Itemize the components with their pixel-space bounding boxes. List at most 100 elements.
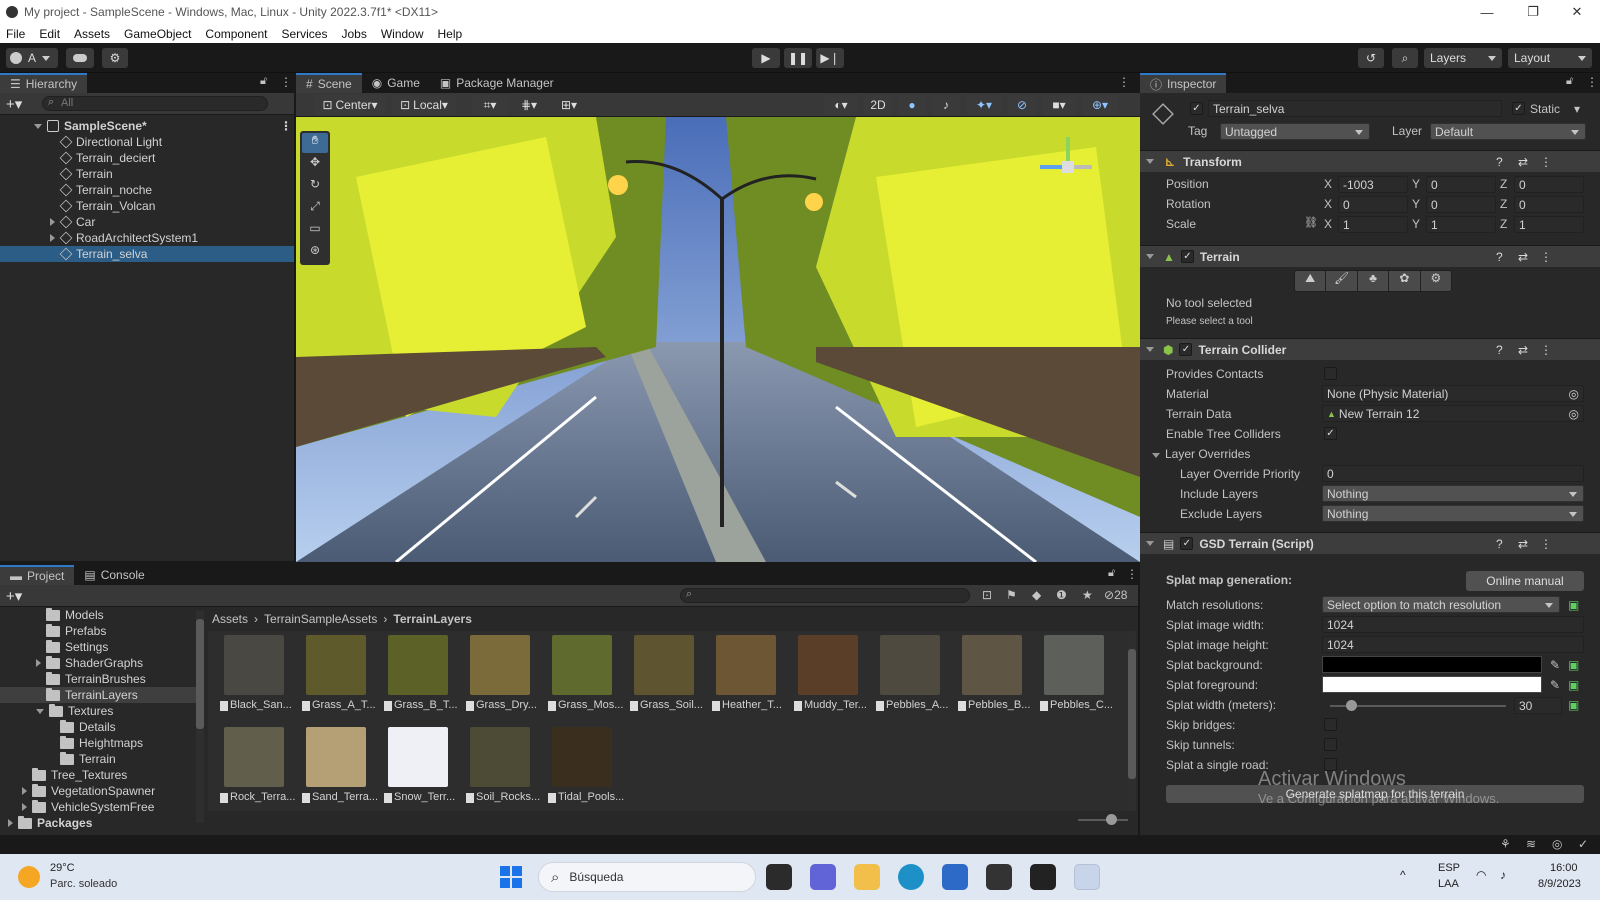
store-icon[interactable] bbox=[942, 864, 968, 890]
expand-arrow-icon[interactable] bbox=[8, 819, 13, 827]
expand-arrow-icon[interactable] bbox=[22, 803, 27, 811]
asset-grid-scrollbar[interactable] bbox=[1128, 631, 1136, 811]
teams-icon[interactable] bbox=[810, 864, 836, 890]
scene-gizmo-icon[interactable] bbox=[1036, 135, 1096, 195]
more-icon[interactable]: ⋮ bbox=[1586, 75, 1598, 89]
object-picker-icon[interactable]: ◎ bbox=[1569, 387, 1579, 401]
pivot-center-dropdown[interactable]: ⊡ Center ▾ bbox=[314, 95, 386, 115]
online-manual-button[interactable]: Online manual bbox=[1466, 571, 1584, 591]
paint-details-icon[interactable]: ✿ bbox=[1389, 271, 1421, 291]
camera-settings-button[interactable]: ■▾ bbox=[1042, 95, 1076, 115]
rotation-y-field[interactable]: 0 bbox=[1426, 196, 1496, 213]
lock-icon[interactable]: 🔓︎ bbox=[260, 75, 267, 88]
expand-arrow-icon[interactable] bbox=[50, 234, 55, 242]
project-folder-item[interactable]: Settings bbox=[0, 639, 196, 655]
expand-arrow-icon[interactable] bbox=[36, 659, 41, 667]
project-folder-item[interactable]: VegetationSpawner bbox=[0, 783, 196, 799]
more-icon[interactable]: ⋮ bbox=[1540, 343, 1552, 357]
project-folder-item[interactable]: Details bbox=[0, 719, 196, 735]
volume-icon[interactable]: ♪ bbox=[1500, 868, 1506, 882]
fold-arrow-icon[interactable] bbox=[1146, 347, 1154, 352]
terrain-data-field[interactable]: ▲ New Terrain 12 ◎ bbox=[1322, 405, 1584, 422]
preset-icon[interactable]: ⇄ bbox=[1518, 155, 1528, 169]
gsd-enabled-checkbox[interactable]: ✓ bbox=[1180, 537, 1194, 550]
project-folder-item[interactable]: Prefabs bbox=[0, 623, 196, 639]
collider-enabled-checkbox[interactable]: ✓ bbox=[1179, 343, 1193, 356]
help-icon[interactable]: ? bbox=[1496, 155, 1503, 169]
terrain-layer-thumbnail[interactable] bbox=[798, 635, 858, 695]
draw-mode-button[interactable]: ◐▾ bbox=[824, 95, 858, 115]
cloud-button[interactable] bbox=[66, 48, 94, 68]
rotation-axis-label[interactable]: Y bbox=[1412, 197, 1420, 211]
expand-arrow-icon[interactable] bbox=[50, 218, 55, 226]
favorite-icon[interactable]: ★ bbox=[1082, 588, 1093, 602]
collab-button[interactable]: ⚙ bbox=[102, 48, 128, 68]
tab-console[interactable]: ▤ Console bbox=[74, 565, 155, 585]
match-resolutions-dropdown[interactable]: Select option to match resolution bbox=[1322, 596, 1560, 613]
create-neighbor-icon[interactable]: ⛰ bbox=[1295, 271, 1327, 291]
help-icon[interactable]: ? bbox=[1496, 250, 1503, 264]
rotation-z-field[interactable]: 0 bbox=[1514, 196, 1584, 213]
splat-width-field[interactable]: 1024 bbox=[1322, 616, 1584, 633]
move-tool-icon[interactable]: ✥ bbox=[302, 155, 328, 175]
hand-tool-icon[interactable]: ✋︎ bbox=[302, 133, 328, 153]
gsd-terrain-header[interactable]: ▤ ✓ GSD Terrain (Script) ? ⇄ ⋮ bbox=[1140, 532, 1600, 554]
menu-component[interactable]: Component bbox=[205, 27, 267, 41]
menu-services[interactable]: Services bbox=[281, 27, 327, 41]
scale-axis-label[interactable]: X bbox=[1324, 217, 1332, 231]
terrain-layer-thumbnail[interactable] bbox=[224, 635, 284, 695]
hierarchy-item[interactable]: Directional Light bbox=[0, 134, 294, 150]
chevron-down-icon[interactable]: ▾ bbox=[1574, 102, 1580, 116]
keyboard-layout-label[interactable]: LAA bbox=[1438, 878, 1459, 890]
terrain-layer-thumbnail[interactable] bbox=[470, 727, 530, 787]
clock-date[interactable]: 8/9/2023 bbox=[1538, 878, 1581, 890]
transform-tool-icon[interactable]: ⊛ bbox=[302, 243, 328, 263]
gizmos-button[interactable]: ⊕▾ bbox=[1082, 95, 1118, 115]
rotation-axis-label[interactable]: X bbox=[1324, 197, 1332, 211]
more-icon[interactable]: ⋮ bbox=[1540, 537, 1552, 551]
terrain-enabled-checkbox[interactable]: ✓ bbox=[1180, 250, 1194, 263]
terrain-layer-thumbnail[interactable] bbox=[224, 727, 284, 787]
filter-type-icon[interactable]: ⚑ bbox=[1006, 588, 1017, 602]
project-folder-item[interactable]: TerrainBrushes bbox=[0, 671, 196, 687]
tab-project[interactable]: ▬ Project bbox=[0, 565, 75, 585]
active-checkbox[interactable]: ✓ bbox=[1190, 102, 1203, 115]
taskbar-search[interactable]: ⌕ Búsqueda bbox=[538, 862, 756, 892]
breadcrumb-terrainsampleassets[interactable]: TerrainSampleAssets bbox=[264, 612, 377, 626]
scale-x-field[interactable]: 1 bbox=[1338, 216, 1408, 233]
hierarchy-item[interactable]: Car bbox=[0, 214, 294, 230]
terrain-collider-header[interactable]: ⬢ ✓ Terrain Collider ? ⇄ ⋮ bbox=[1140, 338, 1600, 360]
scale-z-field[interactable]: 1 bbox=[1514, 216, 1584, 233]
position-axis-label[interactable]: X bbox=[1324, 177, 1332, 191]
include-layers-dropdown[interactable]: Nothing bbox=[1322, 485, 1584, 502]
expand-arrow-icon[interactable] bbox=[34, 123, 42, 129]
project-folder-item[interactable]: Tree_Textures bbox=[0, 767, 196, 783]
layers-dropdown[interactable]: Layers bbox=[1424, 48, 1502, 68]
filter-label-icon[interactable]: ◆ bbox=[1032, 588, 1041, 602]
unity-hub-icon[interactable] bbox=[986, 864, 1012, 890]
grid-toggle-button[interactable]: ⋕▾ bbox=[514, 95, 544, 115]
expand-arrow-icon[interactable] bbox=[22, 787, 27, 795]
object-name-field[interactable]: Terrain_selva bbox=[1208, 100, 1502, 117]
search-options-icon[interactable]: ⊡ bbox=[982, 588, 992, 602]
more-icon[interactable]: ⋮ bbox=[280, 119, 292, 133]
menu-jobs[interactable]: Jobs bbox=[341, 27, 366, 41]
terrain-layer-thumbnail[interactable] bbox=[716, 635, 776, 695]
project-folder-item[interactable]: Models bbox=[0, 607, 196, 623]
apply-icon[interactable]: ▣ bbox=[1568, 678, 1579, 692]
start-button[interactable] bbox=[500, 866, 522, 888]
skip-bridges-checkbox[interactable] bbox=[1324, 718, 1337, 731]
snipping-tool-icon[interactable] bbox=[1074, 864, 1100, 890]
menu-file[interactable]: File bbox=[6, 27, 25, 41]
terrain-layer-thumbnail[interactable] bbox=[552, 635, 612, 695]
layer-overrides-foldout[interactable]: Layer Overrides bbox=[1152, 447, 1250, 461]
terrain-layer-thumbnail[interactable] bbox=[306, 635, 366, 695]
static-checkbox[interactable]: ✓ bbox=[1512, 102, 1525, 115]
progress-icon[interactable]: ◎ bbox=[1552, 837, 1562, 851]
maximize-button[interactable]: ❐ bbox=[1510, 0, 1556, 24]
edge-icon[interactable] bbox=[898, 864, 924, 890]
breadcrumb-terrainlayers[interactable]: TerrainLayers bbox=[393, 612, 472, 626]
scale-axis-label[interactable]: Y bbox=[1412, 217, 1420, 231]
clock-time[interactable]: 16:00 bbox=[1550, 862, 1578, 874]
scene-row[interactable]: SampleScene* ⋮ bbox=[0, 118, 294, 134]
